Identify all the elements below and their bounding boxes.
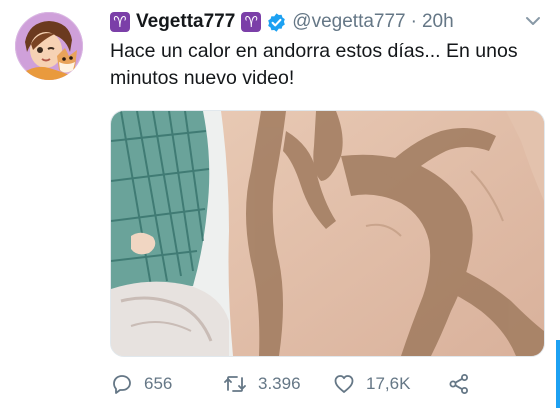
share-button[interactable]	[447, 372, 481, 396]
photo-bed-sweat-silhouette	[111, 111, 544, 356]
verified-badge-icon	[268, 12, 286, 32]
user-handle[interactable]: @vegetta777	[292, 11, 405, 33]
tweet-header: ♈ Vegetta777 ♈ @vegetta777 · 20h	[110, 9, 454, 35]
tweet-text: Hace un calor en andorra estos días... E…	[110, 40, 518, 89]
reply-icon	[113, 375, 131, 394]
reply-button[interactable]: 656	[110, 372, 222, 396]
share-icon	[449, 374, 468, 394]
aries-badge-icon: ♈	[110, 12, 130, 32]
separator-dot: ·	[410, 11, 417, 32]
avatar[interactable]	[15, 12, 83, 80]
retweet-icon	[224, 376, 246, 392]
tweet-actions: 656 3.396 17,6K	[110, 371, 481, 397]
chevron-down-icon[interactable]	[524, 14, 542, 28]
tweet-card[interactable]: ♈ Vegetta777 ♈ @vegetta777 · 20h Hace un…	[0, 0, 560, 408]
tweet-photo[interactable]	[110, 110, 545, 357]
display-name[interactable]: Vegetta777	[136, 11, 235, 33]
retweet-count: 3.396	[258, 374, 301, 393]
aries-badge-icon: ♈	[241, 12, 262, 32]
reply-count: 656	[144, 374, 173, 393]
like-button[interactable]: 17,6K	[332, 372, 447, 396]
timestamp[interactable]: 20h	[422, 11, 454, 33]
scrollbar[interactable]	[556, 340, 560, 408]
heart-icon	[334, 375, 354, 393]
retweet-button[interactable]: 3.396	[222, 372, 332, 396]
like-count: 17,6K	[366, 374, 411, 393]
avatar-image	[15, 12, 83, 80]
